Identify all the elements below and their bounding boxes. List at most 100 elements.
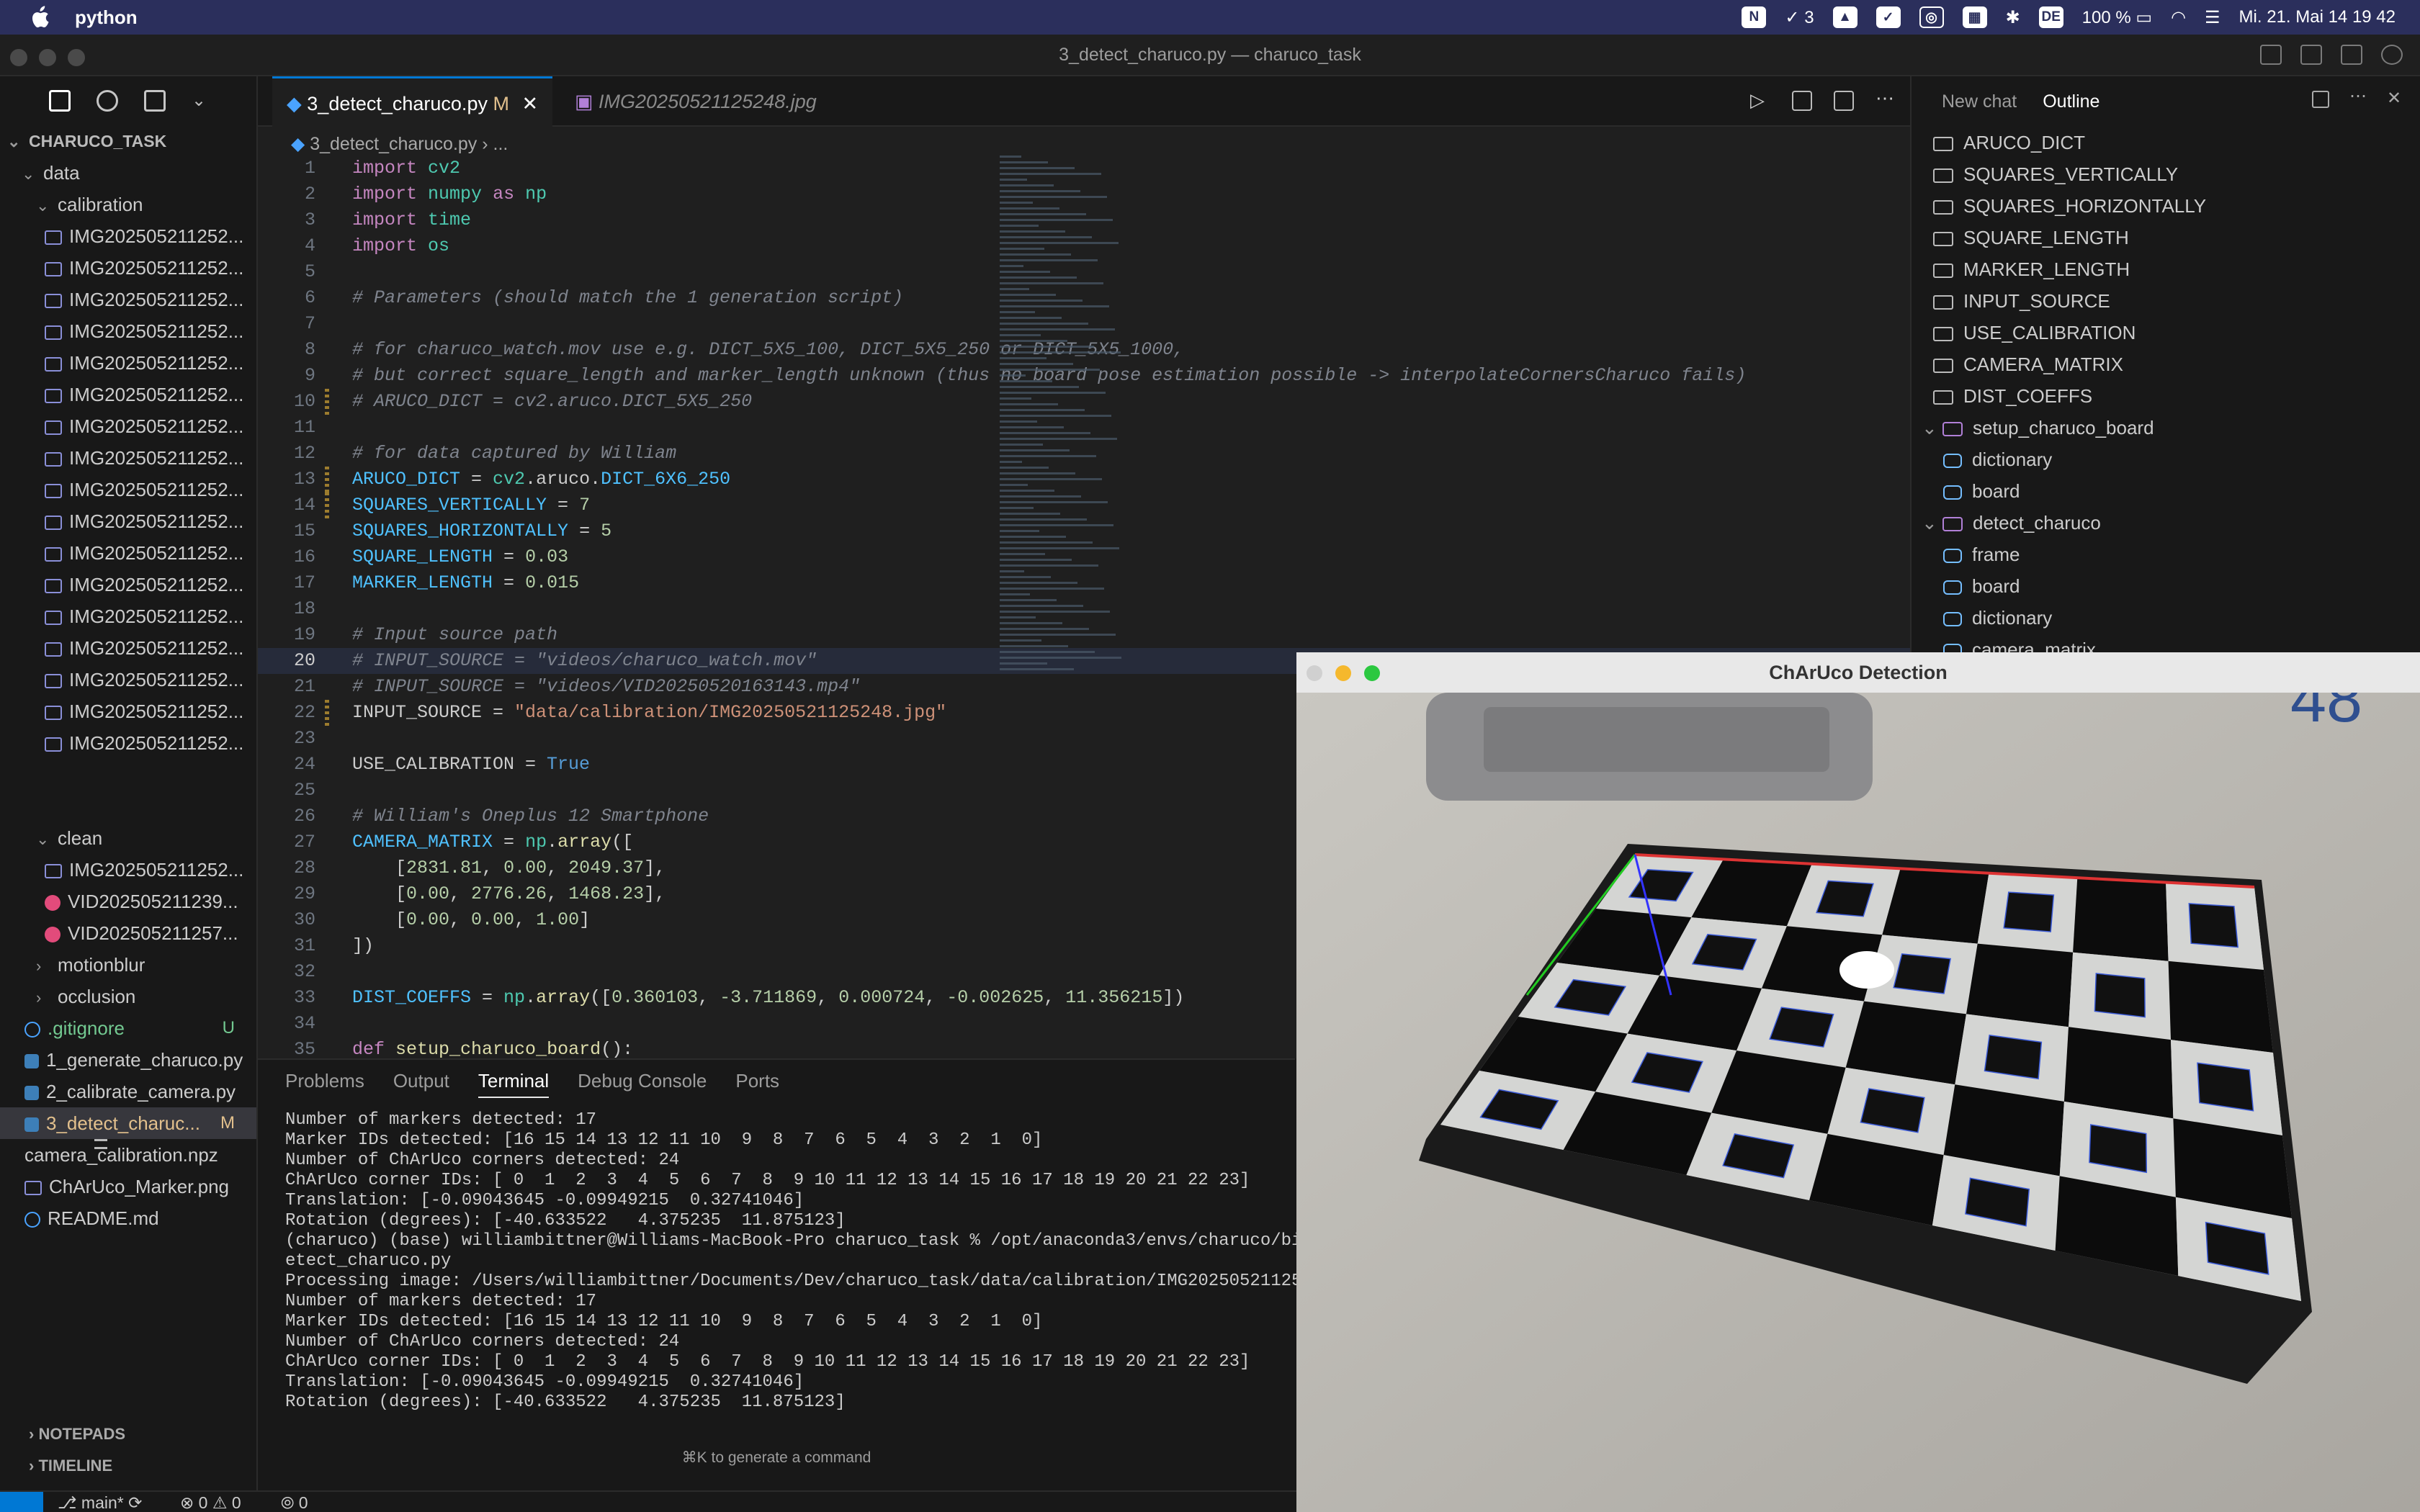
file-item[interactable]: IMG202505211252... bbox=[0, 854, 256, 886]
file-item[interactable]: VID202505211239... bbox=[0, 886, 256, 917]
breadcrumb-more[interactable]: ... bbox=[493, 134, 508, 154]
wifi-icon[interactable]: ◠ bbox=[2171, 7, 2186, 28]
remote-indicator[interactable] bbox=[0, 1492, 43, 1512]
tasks-count[interactable]: ✓ 3 bbox=[1785, 7, 1814, 28]
tab-image[interactable]: ▣ IMG20250521125248.jpg bbox=[560, 76, 831, 127]
toggle-panel-icon[interactable] bbox=[2300, 45, 2322, 65]
panel-tab[interactable]: Problems bbox=[285, 1070, 364, 1098]
detection-window-titlebar[interactable]: ChArUco Detection bbox=[1296, 652, 2420, 693]
folder-motionblur[interactable]: › motionblur bbox=[0, 949, 256, 981]
bluetooth-icon[interactable]: ✱ bbox=[2006, 7, 2020, 28]
outline-item[interactable]: ⌄ detect_charuco bbox=[1912, 507, 2416, 539]
outline-item[interactable]: DIST_COEFFS bbox=[1912, 380, 2416, 412]
toggle-sidebar-icon[interactable] bbox=[2260, 45, 2282, 65]
apple-icon[interactable] bbox=[29, 6, 50, 29]
drive-icon[interactable]: ▲ bbox=[1832, 6, 1857, 28]
file-item[interactable]: IMG202505211252... bbox=[0, 569, 256, 600]
panel-tab[interactable]: Debug Console bbox=[578, 1070, 707, 1098]
file-readme[interactable]: README.md bbox=[0, 1202, 256, 1234]
file-png[interactable]: ChArUco_Marker.png bbox=[0, 1171, 256, 1202]
outline-item[interactable]: frame bbox=[1912, 539, 2416, 570]
close-icon[interactable]: ✕ bbox=[522, 93, 539, 114]
file-item[interactable]: IMG202505211252... bbox=[0, 220, 256, 252]
outline-item[interactable]: board bbox=[1912, 570, 2416, 602]
file-item[interactable]: VID202505211257... bbox=[0, 917, 256, 949]
notepads-section[interactable]: › NOTEPADS bbox=[0, 1418, 256, 1450]
input-source-icon[interactable]: DE bbox=[2038, 6, 2063, 28]
folder-calibration[interactable]: ⌄ calibration bbox=[0, 189, 256, 220]
file-item[interactable]: IMG202505211252... bbox=[0, 505, 256, 537]
outline-item[interactable]: dictionary bbox=[1912, 444, 2416, 475]
run-icon[interactable]: ▷ bbox=[1750, 91, 1770, 111]
minimap[interactable] bbox=[1000, 156, 1187, 732]
more-icon[interactable]: ⋯ bbox=[2349, 88, 2367, 108]
problems-indicator[interactable]: ⊗ 0 ⚠ 0 bbox=[180, 1493, 241, 1512]
file-item[interactable]: IMG202505211252... bbox=[0, 284, 256, 315]
outline-item[interactable]: USE_CALIBRATION bbox=[1912, 317, 2416, 348]
outline-item[interactable]: MARKER_LENGTH bbox=[1912, 253, 2416, 285]
file-item[interactable]: IMG202505211252... bbox=[0, 252, 256, 284]
file-calibrate[interactable]: 2_calibrate_camera.py bbox=[0, 1076, 256, 1107]
outline-item[interactable]: CAMERA_MATRIX bbox=[1912, 348, 2416, 380]
file-item[interactable]: IMG202505211252... bbox=[0, 537, 256, 569]
ports-indicator[interactable]: ⦾ 0 bbox=[281, 1493, 308, 1512]
outline-item[interactable]: SQUARES_VERTICALLY bbox=[1912, 158, 2416, 190]
outline-item[interactable]: SQUARES_HORIZONTALLY bbox=[1912, 190, 2416, 222]
folder-data[interactable]: ⌄ data bbox=[0, 157, 256, 189]
timeline-section[interactable]: › TIMELINE bbox=[0, 1450, 256, 1482]
new-window-icon[interactable] bbox=[2312, 91, 2329, 108]
active-app-name[interactable]: python bbox=[75, 6, 138, 29]
file-item[interactable]: IMG202505211252... bbox=[0, 442, 256, 474]
explorer-icon[interactable] bbox=[49, 90, 71, 112]
outline-item[interactable]: INPUT_SOURCE bbox=[1912, 285, 2416, 317]
file-detect[interactable]: 3_detect_charuc... M bbox=[0, 1107, 256, 1139]
file-npz[interactable]: camera_calibration.npz bbox=[0, 1139, 256, 1171]
secondary-panel-tab[interactable]: New chat bbox=[1942, 91, 2017, 112]
close-window-button[interactable] bbox=[1307, 665, 1322, 681]
panel-tab[interactable]: Terminal bbox=[478, 1070, 550, 1098]
tab-detect-charuco[interactable]: ◆ 3_detect_charuco.py M ✕ bbox=[272, 76, 553, 127]
panel-tab[interactable]: Ports bbox=[735, 1070, 779, 1098]
split-editor-icon[interactable] bbox=[1834, 91, 1854, 111]
file-item[interactable]: IMG202505211252... bbox=[0, 696, 256, 727]
notion-icon[interactable]: N bbox=[1742, 6, 1767, 28]
vpn-icon[interactable]: ◎ bbox=[1919, 6, 1944, 28]
explorer-root[interactable]: ⌄ CHARUCO_TASK bbox=[0, 125, 256, 157]
settings-icon[interactable] bbox=[2381, 45, 2403, 65]
breadcrumb[interactable]: ◆ 3_detect_charuco.py › ... bbox=[291, 130, 508, 158]
file-item[interactable]: IMG202505211252... bbox=[0, 600, 256, 632]
file-gitignore[interactable]: .gitignore U bbox=[0, 1012, 256, 1044]
file-item[interactable]: IMG202505211252... bbox=[0, 315, 256, 347]
chevron-down-icon[interactable]: ⌄ bbox=[192, 90, 213, 112]
outline-item[interactable]: dictionary bbox=[1912, 602, 2416, 634]
chevron-down-icon[interactable]: ⌄ bbox=[1922, 512, 1942, 534]
more-icon[interactable]: ⋯ bbox=[1876, 89, 1896, 111]
file-item[interactable]: IMG202505211252... bbox=[0, 632, 256, 664]
outline-item[interactable]: ARUCO_DICT bbox=[1912, 127, 2416, 158]
outline-item[interactable]: ⌄ setup_charuco_board bbox=[1912, 412, 2416, 444]
panel-tab[interactable]: Output bbox=[393, 1070, 449, 1098]
file-item[interactable]: IMG202505211252... bbox=[0, 410, 256, 442]
terminal-output[interactable]: Number of markers detected: 17 Marker IDs… bbox=[285, 1110, 1322, 1413]
folder-clean[interactable]: ⌄ clean bbox=[0, 822, 256, 854]
folder-occlusion[interactable]: › occlusion bbox=[0, 981, 256, 1012]
outline-item[interactable]: board bbox=[1912, 475, 2416, 507]
layout-icon[interactable]: ▦ bbox=[1962, 6, 1987, 28]
outline-item[interactable]: SQUARE_LENGTH bbox=[1912, 222, 2416, 253]
clock[interactable]: Mi. 21. Mai 14 19 42 bbox=[2239, 7, 2396, 27]
file-item[interactable]: IMG202505211252... bbox=[0, 727, 256, 759]
chevron-down-icon[interactable]: ⌄ bbox=[1922, 417, 1942, 438]
toggle-secondary-sidebar-icon[interactable] bbox=[2341, 45, 2362, 65]
file-item[interactable]: IMG202505211252... bbox=[0, 379, 256, 410]
branch-indicator[interactable]: ⎇ main* ⟳ bbox=[58, 1493, 142, 1512]
search-icon[interactable] bbox=[97, 90, 118, 112]
battery-status[interactable]: 100 % ▭ bbox=[2082, 7, 2152, 28]
close-icon[interactable]: ✕ bbox=[2387, 90, 2404, 108]
source-control-icon[interactable] bbox=[144, 90, 166, 112]
zoom-window-button[interactable] bbox=[1364, 665, 1380, 681]
file-generate[interactable]: 1_generate_charuco.py bbox=[0, 1044, 256, 1076]
file-item[interactable]: IMG202505211252... bbox=[0, 347, 256, 379]
minimize-window-button[interactable] bbox=[1335, 665, 1351, 681]
breadcrumb-file[interactable]: 3_detect_charuco.py bbox=[310, 134, 477, 154]
file-item[interactable]: IMG202505211252... bbox=[0, 474, 256, 505]
